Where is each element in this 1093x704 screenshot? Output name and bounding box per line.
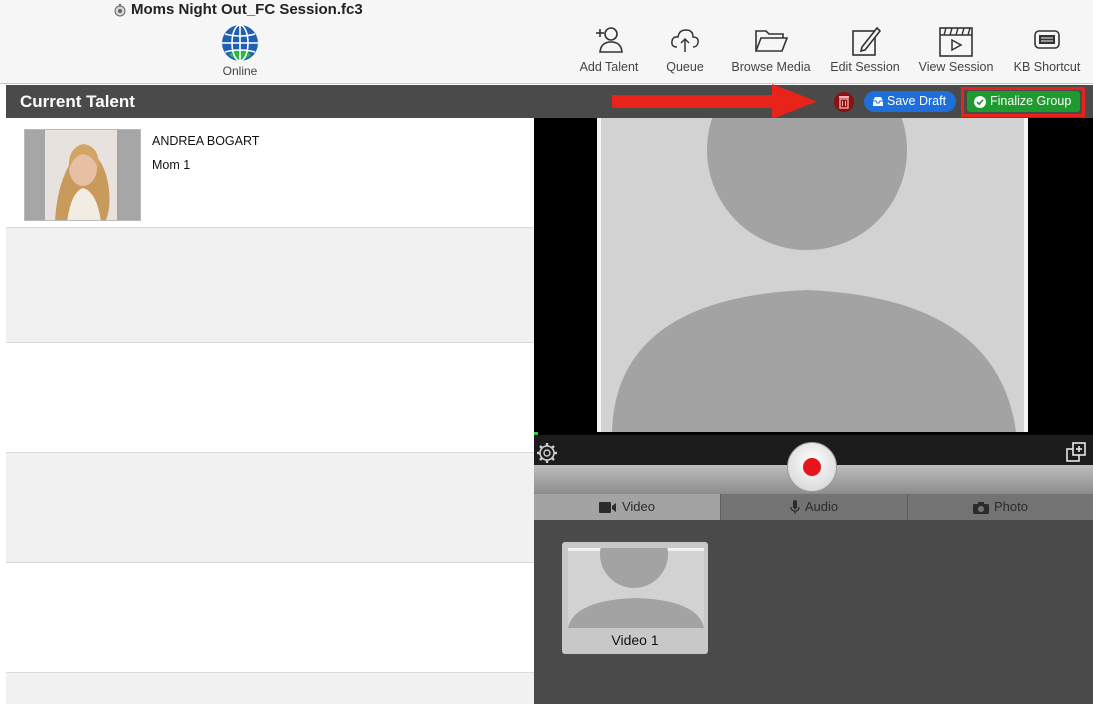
folder-icon: [754, 30, 789, 52]
edit-icon: [852, 26, 882, 56]
cloud-upload-icon: [671, 29, 699, 52]
video-clapper-icon: [939, 27, 973, 57]
inbox-icon: [873, 97, 883, 106]
talent-row-empty: [6, 673, 534, 704]
talent-list: ANDREA BOGART Mom 1: [6, 118, 534, 704]
record-dot-icon: [803, 458, 821, 476]
edit-session-button[interactable]: Edit Session: [828, 25, 902, 74]
talent-name: ANDREA BOGART: [152, 134, 260, 148]
microphone-icon: [790, 500, 800, 515]
talent-row-empty: [6, 563, 534, 673]
record-button[interactable]: [787, 442, 837, 492]
talent-row-empty: [6, 233, 534, 343]
camera-icon: [973, 501, 989, 514]
finalize-group-button[interactable]: Finalize Group: [967, 91, 1080, 112]
tab-audio[interactable]: Audio: [720, 494, 907, 520]
view-session-button[interactable]: View Session: [916, 25, 996, 74]
tab-video-label: Video: [621, 499, 655, 514]
add-talent-label: Add Talent: [579, 60, 639, 74]
delete-button[interactable]: [834, 92, 854, 112]
video-camera-icon: [598, 502, 616, 514]
capture-tabs: Video Audio Photo: [534, 494, 1093, 520]
expand-window-icon[interactable]: [1065, 441, 1087, 463]
tab-video[interactable]: Video: [534, 494, 720, 520]
kb-shortcut-button[interactable]: KB Shortcut: [1010, 25, 1084, 74]
talent-role: Mom 1: [152, 158, 191, 172]
tab-photo-label: Photo: [994, 499, 1028, 514]
window-title: Moms Night Out_FC Session.fc3: [131, 1, 363, 18]
tab-audio-label: Audio: [804, 499, 839, 514]
keyboard-icon: [1034, 30, 1060, 49]
session-file-icon: [114, 4, 126, 17]
toolbar: Online Add Talent Queue Browse Media Edi…: [0, 22, 1093, 84]
red-arrow-annotation: [612, 84, 817, 119]
browse-media-button[interactable]: Browse Media: [729, 25, 813, 74]
add-talent-button[interactable]: Add Talent: [577, 25, 641, 74]
view-session-label: View Session: [918, 60, 994, 74]
trash-icon: [839, 96, 849, 109]
check-circle-icon: [974, 96, 986, 108]
talent-row-empty: [6, 453, 534, 563]
globe-icon: [222, 24, 258, 62]
kb-shortcut-label: KB Shortcut: [1013, 60, 1081, 74]
queue-label: Queue: [666, 60, 704, 74]
save-draft-label: Save Draft: [887, 94, 947, 108]
talent-headshot: [24, 129, 141, 221]
section-title: Current Talent: [20, 92, 135, 111]
tab-photo[interactable]: Photo: [907, 494, 1093, 520]
save-draft-button[interactable]: Save Draft: [864, 91, 956, 112]
queue-button[interactable]: Queue: [664, 25, 706, 74]
gear-icon[interactable]: [536, 442, 558, 464]
talent-row-empty: [6, 343, 534, 453]
add-person-icon: [596, 27, 623, 53]
placeholder-silhouette: [597, 50, 1028, 432]
media-item-video[interactable]: Video 1: [562, 542, 708, 654]
online-status-label: Online: [222, 64, 258, 78]
browse-media-label: Browse Media: [731, 60, 811, 74]
finalize-group-label: Finalize Group: [990, 94, 1072, 108]
edit-session-label: Edit Session: [830, 60, 900, 74]
video-preview: [534, 50, 1093, 435]
video-thumbnail: [568, 548, 704, 628]
title-bar: Moms Night Out_FC Session.fc3: [0, 0, 1093, 22]
media-item-label: Video 1: [611, 632, 659, 648]
online-status[interactable]: Online: [210, 24, 270, 78]
talent-row[interactable]: ANDREA BOGART Mom 1: [6, 118, 534, 228]
